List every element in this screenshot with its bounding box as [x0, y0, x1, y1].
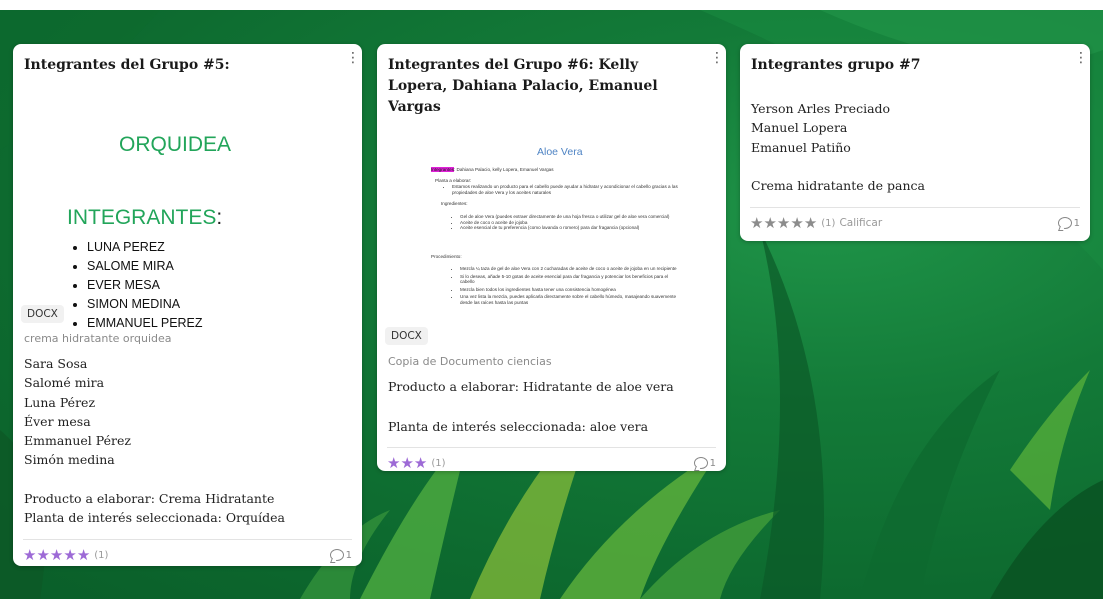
body-line: Crema hidratante de panca — [751, 177, 925, 193]
list-item: SALOME MIRA — [87, 257, 203, 276]
rate-button[interactable]: Calificar — [839, 217, 882, 229]
comment-count: 1 — [345, 549, 352, 561]
body-line: Éver mesa — [24, 413, 91, 429]
star-icon[interactable]: ★ — [777, 215, 790, 231]
rating-count: (1) — [431, 457, 446, 469]
comment-icon — [329, 549, 344, 561]
body-line: Emanuel Patiño — [751, 139, 851, 155]
star-icon[interactable]: ★ — [50, 547, 63, 563]
comment-icon — [1057, 217, 1072, 229]
comment-count: 1 — [1073, 217, 1080, 229]
star-icon[interactable]: ★ — [804, 215, 817, 231]
comment-icon — [693, 457, 708, 469]
body-line: Planta de interés seleccionada: Orquídea — [24, 510, 285, 526]
post-body: Sara Sosa Salomé mira Luna Pérez Éver me… — [24, 354, 354, 527]
post-card-group-6[interactable]: Integrantes del Grupo #6: Kelly Lopera, … — [377, 44, 726, 471]
list-item: EMMANUEL PEREZ — [87, 314, 203, 328]
star-icon[interactable]: ★ — [763, 215, 776, 231]
post-body: Producto a elaborar: Hidratante de aloe … — [388, 377, 718, 437]
body-line: Emmanuel Pérez — [24, 433, 131, 449]
star-icon[interactable]: ★ — [36, 547, 49, 563]
doc-planta-label: Planta a elaborar: — [435, 178, 472, 183]
doc-bullet: Mezcla bien todos los ingredientes hasta… — [460, 287, 682, 293]
star-icon[interactable]: ★ — [387, 455, 400, 471]
post-footer: ★ ★ ★ ★ ★ (1) Calificar 1 — [750, 207, 1080, 238]
doc-bullet: Estamos realizando un producto para el c… — [452, 184, 682, 195]
star-icon[interactable]: ★ — [790, 215, 803, 231]
docx-badge: DOCX — [385, 327, 428, 345]
padlet-board: Integrantes del Grupo #5: ⋮ ORQUIDEA INT… — [0, 10, 1103, 599]
body-line: Yerson Arles Preciado — [751, 101, 891, 116]
list-item: EVER MESA — [87, 276, 203, 295]
post-card-group-5[interactable]: Integrantes del Grupo #5: ⋮ ORQUIDEA INT… — [13, 44, 362, 566]
doc-highlight: Integrantes — [431, 167, 454, 172]
integrantes-list: LUNA PEREZ SALOME MIRA EVER MESA SIMON M… — [75, 238, 203, 328]
post-footer: ★ ★ ★ (1) 1 — [387, 447, 716, 471]
body-line — [388, 397, 718, 417]
doc-title: Aloe Vera — [537, 146, 583, 158]
rating-count: (1) — [94, 549, 109, 561]
integrantes-label: INTEGRANTES — [67, 206, 217, 229]
doc-bullet: Una vez lista la mezcla, puedes aplicarl… — [460, 294, 682, 305]
kebab-icon[interactable]: ⋮ — [346, 50, 360, 66]
doc-procedimiento-label: Procedimiento: — [431, 254, 462, 259]
post-body: Yerson Arles Preciado Manuel Lopera Eman… — [751, 99, 1081, 195]
doc-bullet: Mezcla ¼ taza de gel de aloe Vera con 2 … — [460, 266, 682, 272]
doc-procedimiento-list: Mezcla ¼ taza de gel de aloe Vera con 2 … — [451, 266, 682, 306]
doc-ingredientes-label: Ingredientes: — [441, 201, 468, 206]
star-icon[interactable]: ★ — [400, 455, 413, 471]
rating-count: (1) — [821, 217, 836, 229]
star-icon[interactable]: ★ — [77, 547, 90, 563]
post-title: Integrantes del Grupo #6: Kelly Lopera, … — [388, 57, 658, 115]
doc-integrantes-line: Integrantes: Dahiana Palacio, kelly Lope… — [431, 167, 554, 172]
list-item: SIMON MEDINA — [87, 295, 203, 314]
comments-button[interactable]: 1 — [693, 457, 716, 469]
post-footer: ★ ★ ★ ★ ★ (1) 1 — [23, 539, 352, 566]
star-icon[interactable]: ★ — [750, 215, 763, 231]
doc-bullet: Gel de aloe Vera (puedes extraer directa… — [460, 214, 682, 220]
integrantes-heading: INTEGRANTES: — [67, 206, 222, 230]
kebab-icon[interactable]: ⋮ — [710, 50, 724, 66]
doc-bullet: Si lo deseas, añade 5-10 gotas de aceite… — [460, 274, 682, 285]
comment-count: 1 — [709, 457, 716, 469]
body-line: Luna Pérez — [24, 394, 96, 410]
attachment-preview[interactable]: ORQUIDEA INTEGRANTES: LUNA PEREZ SALOME … — [13, 92, 362, 328]
body-line — [24, 470, 354, 489]
attachment-caption[interactable]: Copia de Documento ciencias — [388, 355, 552, 368]
integrantes-colon: : — [216, 206, 223, 229]
comments-button[interactable]: 1 — [1057, 217, 1080, 229]
body-line: Manuel Lopera — [751, 120, 848, 136]
post-card-group-7[interactable]: Integrantes grupo #7 ⋮ Yerson Arles Prec… — [740, 44, 1090, 241]
body-line — [751, 157, 1081, 176]
star-rating[interactable]: ★ ★ ★ ★ ★ (1) Calificar — [750, 215, 882, 231]
body-line: Simón medina — [24, 452, 115, 468]
kebab-icon[interactable]: ⋮ — [1074, 50, 1088, 66]
star-rating[interactable]: ★ ★ ★ ★ ★ (1) — [23, 547, 108, 563]
doc-planta-list: Estamos realizando un producto para el c… — [443, 184, 682, 195]
doc-integrantes-text: : Dahiana Palacio, kelly Lopera, Emanuel… — [454, 167, 554, 172]
list-item: LUNA PEREZ — [87, 238, 203, 257]
body-line: Producto a elaborar: Crema Hidratante — [24, 490, 275, 506]
post-title: Integrantes del Grupo #5: — [24, 57, 230, 73]
body-line: Producto a elaborar: Hidratante de aloe … — [388, 379, 674, 394]
doc-bullet: Aceite esencial de tu preferencia (como … — [460, 225, 682, 231]
docx-badge: DOCX — [21, 305, 64, 323]
body-line: Sara Sosa — [24, 356, 88, 371]
body-line: Planta de interés seleccionada: aloe ver… — [388, 419, 649, 434]
star-icon[interactable]: ★ — [414, 455, 427, 471]
attachment-caption[interactable]: crema hidratante orquidea — [24, 332, 172, 345]
comments-button[interactable]: 1 — [329, 549, 352, 561]
star-rating[interactable]: ★ ★ ★ (1) — [387, 455, 446, 471]
orquidea-heading: ORQUIDEA — [119, 133, 232, 156]
star-icon[interactable]: ★ — [63, 547, 76, 563]
star-icon[interactable]: ★ — [23, 547, 36, 563]
doc-ingredientes-list: Gel de aloe Vera (puedes extraer directa… — [451, 214, 682, 231]
attachment-preview[interactable]: Aloe Vera Integrantes: Dahiana Palacio, … — [377, 114, 726, 350]
post-title: Integrantes grupo #7 — [751, 57, 921, 73]
body-line: Salomé mira — [24, 375, 105, 391]
